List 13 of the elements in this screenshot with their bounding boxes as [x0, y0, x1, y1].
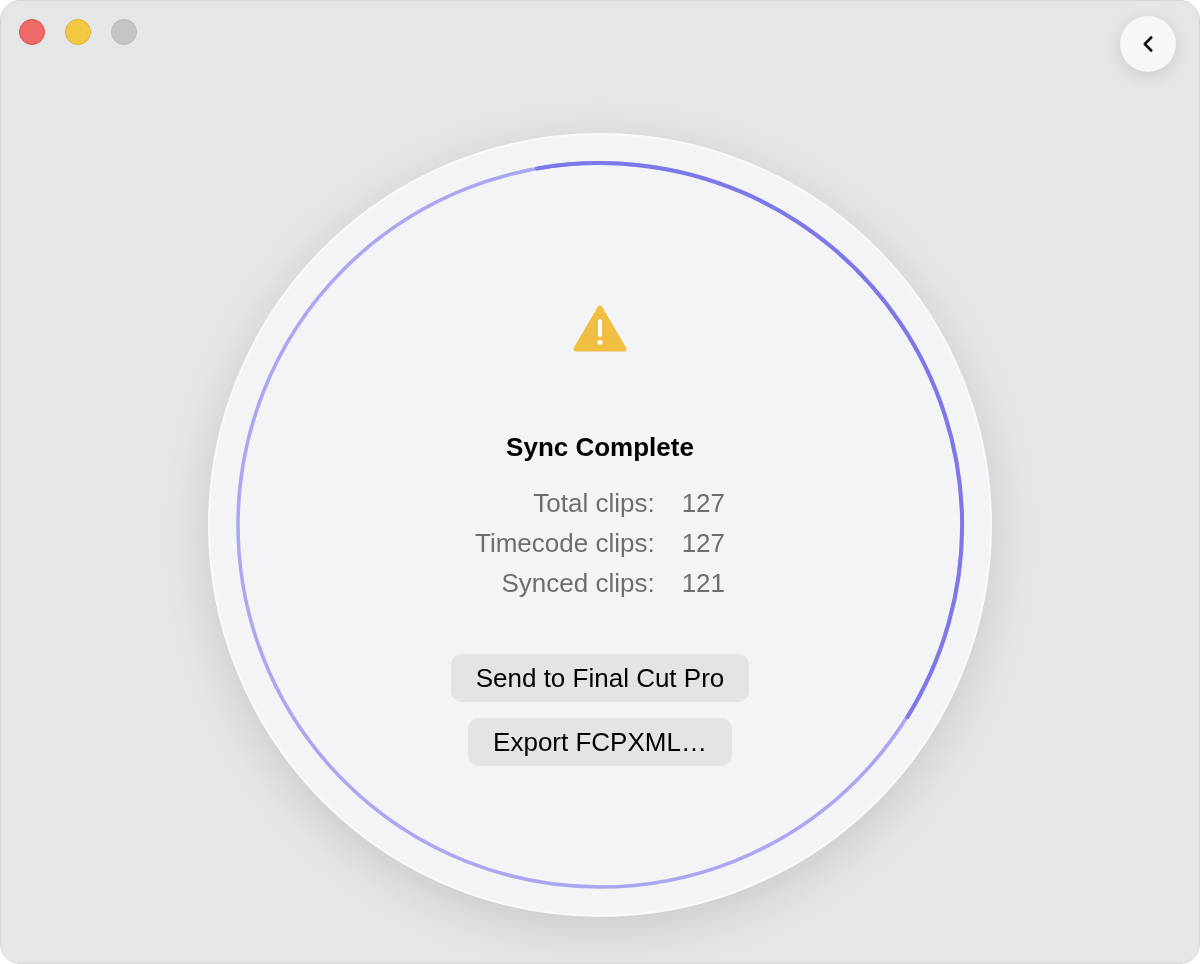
stat-value: 121	[681, 567, 725, 600]
warning-icon	[573, 305, 627, 353]
close-button[interactable]	[19, 19, 45, 45]
stat-label: Total clips:	[532, 487, 655, 520]
action-button[interactable]: Export FCPXML…	[468, 718, 732, 766]
stat-label: Synced clips:	[500, 567, 655, 600]
status-title: Sync Complete	[506, 431, 694, 463]
action-button[interactable]: Send to Final Cut Pro	[450, 654, 750, 702]
stat-value: 127	[681, 527, 725, 560]
stat-label: Timecode clips:	[474, 527, 655, 560]
stat-value: 127	[681, 487, 725, 520]
minimize-button[interactable]	[65, 19, 91, 45]
back-button[interactable]	[1120, 16, 1176, 72]
